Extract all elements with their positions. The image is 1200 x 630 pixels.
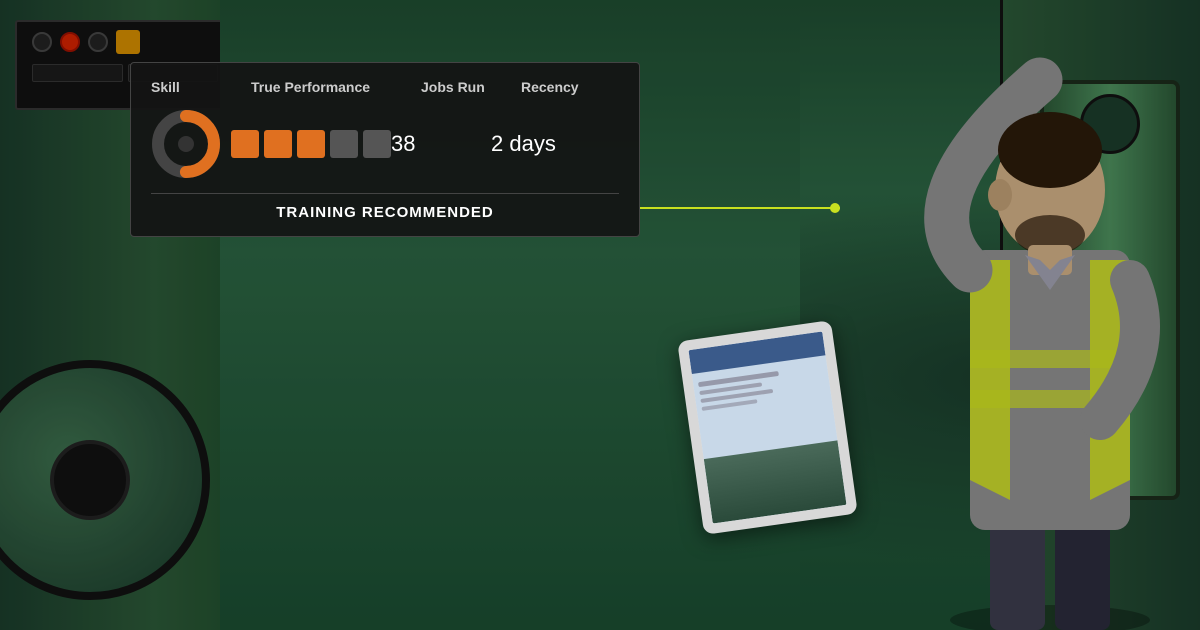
card-data-row: 38 2 days: [151, 109, 619, 179]
connector-line: [640, 207, 840, 209]
perf-bar-1: [231, 130, 259, 158]
control-buttons: [17, 22, 233, 64]
card-header-row: Skill True Performance Jobs Run Recency: [151, 79, 619, 95]
ctrl-btn-1: [32, 32, 52, 52]
jobs-run-value: 38: [391, 131, 491, 157]
worker-figure: [700, 0, 1200, 630]
perf-bar-2: [264, 130, 292, 158]
jobs-run-column-header: Jobs Run: [421, 79, 521, 95]
skill-donut-icon: [151, 109, 221, 179]
recency-value: 2 days: [491, 131, 619, 157]
ctrl-btn-red: [60, 32, 80, 52]
donut-chart-svg: [151, 109, 221, 179]
perf-bar-5: [363, 130, 391, 158]
skill-column-header: Skill: [151, 79, 241, 95]
perf-bar-3: [297, 130, 325, 158]
training-recommended-label: TRAINING RECOMMENDED: [276, 204, 494, 221]
perf-bar-4: [330, 130, 358, 158]
info-card: Skill True Performance Jobs Run Recency: [130, 62, 640, 237]
card-footer: TRAINING RECOMMENDED: [151, 193, 619, 222]
true-performance-column-header: True Performance: [241, 79, 421, 95]
ctrl-btn-3: [88, 32, 108, 52]
tablet-screen: [688, 331, 846, 523]
recency-column-header: Recency: [521, 79, 619, 95]
tablet-image-section: [704, 440, 847, 523]
tablet: [677, 320, 858, 535]
panel-slot-1: [32, 64, 123, 82]
performance-bars: [221, 130, 391, 158]
machine-hub: [50, 440, 130, 520]
ctrl-btn-yellow: [116, 30, 140, 54]
circular-machine: [0, 360, 210, 600]
